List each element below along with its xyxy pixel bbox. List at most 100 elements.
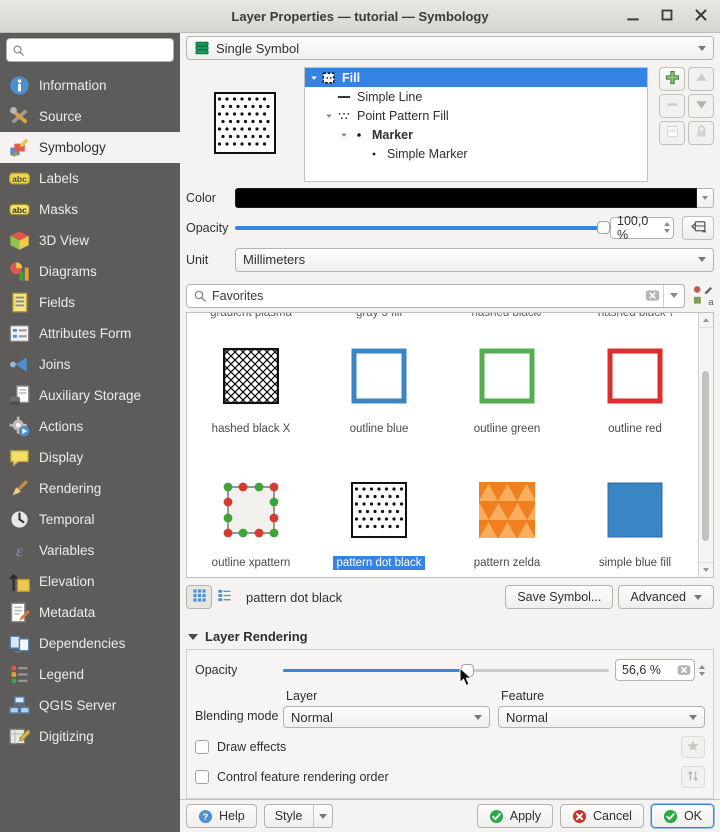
sidebar-item-metadata[interactable]: Metadata xyxy=(0,597,180,628)
style-symbol-outline-blue[interactable]: outline blue xyxy=(315,322,443,456)
sidebar-item-symbology[interactable]: Symbology xyxy=(0,132,180,163)
sidebar-item-fields[interactable]: Fields xyxy=(0,287,180,318)
close-button[interactable] xyxy=(692,7,710,25)
slider-handle[interactable] xyxy=(597,221,610,234)
clear-filter-button[interactable] xyxy=(641,288,663,303)
unit-select[interactable]: Millimeters xyxy=(235,248,714,272)
simple-marker-icon xyxy=(366,147,382,161)
style-symbol-outline-red[interactable]: outline red xyxy=(571,322,699,456)
feature-blend-value: Normal xyxy=(506,710,548,725)
help-button[interactable]: ?Help xyxy=(186,804,257,828)
scroll-up-button[interactable] xyxy=(699,313,713,328)
titlebar[interactable]: Layer Properties — tutorial — Symbology xyxy=(0,0,720,33)
style-symbol-hashed-black-x[interactable]: hashed black X xyxy=(187,322,315,456)
spinner-arrows[interactable] xyxy=(699,665,705,676)
style-manager-button[interactable]: a xyxy=(692,285,714,307)
grid-scrollbar[interactable] xyxy=(698,313,713,577)
symbol-layer-simple-marker[interactable]: Simple Marker xyxy=(305,144,647,163)
move-down-button[interactable] xyxy=(688,94,714,118)
source-icon xyxy=(9,106,30,127)
save-symbol-button[interactable]: Save Symbol... xyxy=(505,585,613,609)
sidebar-item-display[interactable]: Display xyxy=(0,442,180,473)
renderer-select[interactable]: Single Symbol xyxy=(186,36,714,60)
style-symbol-simple-blue-fill[interactable]: simple blue fill xyxy=(571,456,699,578)
advanced-button[interactable]: Advanced xyxy=(618,585,714,609)
add-symbol-layer-button[interactable] xyxy=(659,67,685,91)
sidebar-item-qgis-server[interactable]: QGIS Server xyxy=(0,690,180,721)
layer-rendering-header[interactable]: Layer Rendering xyxy=(188,629,712,644)
layer-opacity-slider[interactable] xyxy=(283,661,609,679)
sidebar-item-information[interactable]: Information xyxy=(0,70,180,101)
svg-text:?: ? xyxy=(203,811,209,821)
symbol-opacity-spinbox[interactable]: 100,0 % xyxy=(610,217,674,239)
sidebar-item-source[interactable]: Source xyxy=(0,101,180,132)
symbol-layer-point-pattern-fill[interactable]: Point Pattern Fill xyxy=(305,106,647,125)
filter-dropdown-button[interactable] xyxy=(663,285,684,307)
move-up-button[interactable] xyxy=(688,67,714,91)
sidebar-item-temporal[interactable]: Temporal xyxy=(0,504,180,535)
style-symbol-label: outline xpattern xyxy=(209,556,294,570)
sidebar-item-digitizing[interactable]: Digitizing xyxy=(0,721,180,752)
scroll-down-button[interactable] xyxy=(699,562,713,577)
sidebar-search-input[interactable] xyxy=(29,42,168,59)
expander-icon[interactable] xyxy=(322,111,336,121)
sidebar-item-variables[interactable]: εVariables xyxy=(0,535,180,566)
style-filter-field[interactable]: Favorites xyxy=(186,284,685,308)
effects-options-button[interactable] xyxy=(681,736,705,758)
color-dropdown-button[interactable] xyxy=(697,188,714,208)
reset-opacity-button[interactable] xyxy=(677,663,691,677)
style-dropdown-button[interactable] xyxy=(314,814,332,819)
apply-check-icon xyxy=(489,809,504,824)
spin-up-icon[interactable] xyxy=(664,222,670,226)
sidebar-item-joins[interactable]: Joins xyxy=(0,349,180,380)
duplicate-layer-button[interactable] xyxy=(659,121,685,145)
sidebar-search[interactable] xyxy=(6,38,174,62)
sidebar-item-elevation[interactable]: Elevation xyxy=(0,566,180,597)
slider-handle[interactable] xyxy=(461,664,474,677)
layer-opacity-spinbox[interactable]: 56,6 % xyxy=(615,659,695,681)
list-view-button[interactable] xyxy=(212,586,236,608)
sidebar-item-diagrams[interactable]: Diagrams xyxy=(0,256,180,287)
apply-button[interactable]: Apply xyxy=(477,804,553,828)
scrollbar-thumb[interactable] xyxy=(702,371,709,541)
feature-blend-select[interactable]: Normal xyxy=(498,706,705,728)
cancel-button[interactable]: Cancel xyxy=(560,804,644,828)
style-symbol-pattern-zelda[interactable]: pattern zelda xyxy=(443,456,571,578)
sidebar-item-rendering[interactable]: Rendering xyxy=(0,473,180,504)
dependencies-icon xyxy=(9,633,30,654)
color-swatch-button[interactable] xyxy=(235,188,697,208)
sidebar-item-masks[interactable]: abcMasks xyxy=(0,194,180,225)
spin-down-icon[interactable] xyxy=(664,229,670,233)
symbol-layer-fill[interactable]: Fill xyxy=(305,68,647,87)
rendering-order-button[interactable] xyxy=(681,766,705,788)
style-menu-button[interactable]: Style xyxy=(264,804,333,828)
spin-up-icon[interactable] xyxy=(699,665,705,669)
minimize-button[interactable] xyxy=(624,7,642,25)
expander-icon[interactable] xyxy=(307,73,321,83)
symbol-layer-marker[interactable]: Marker xyxy=(305,125,647,144)
symbol-opacity-slider[interactable] xyxy=(235,219,604,237)
sidebar-item-3d-view[interactable]: 3D View xyxy=(0,225,180,256)
spinner-arrows[interactable] xyxy=(661,222,670,233)
ok-button[interactable]: OK xyxy=(651,804,714,828)
style-symbol-outline-xpattern[interactable]: outline xpattern xyxy=(187,456,315,578)
draw-effects-checkbox[interactable] xyxy=(195,740,209,754)
expander-icon[interactable] xyxy=(337,130,351,140)
sidebar-item-auxiliary-storage[interactable]: Auxiliary Storage xyxy=(0,380,180,411)
icon-view-button[interactable] xyxy=(186,585,212,609)
spin-down-icon[interactable] xyxy=(699,672,705,676)
control-rendering-order-checkbox[interactable] xyxy=(195,770,209,784)
symbol-layer-simple-line[interactable]: Simple Line xyxy=(305,87,647,106)
sidebar-item-labels[interactable]: abcLabels xyxy=(0,163,180,194)
sidebar-item-actions[interactable]: Actions xyxy=(0,411,180,442)
remove-symbol-layer-button[interactable] xyxy=(659,94,685,118)
data-defined-override-button[interactable] xyxy=(682,216,714,240)
sidebar-item-legend[interactable]: Legend xyxy=(0,659,180,690)
sidebar-item-dependencies[interactable]: Dependencies xyxy=(0,628,180,659)
layer-blend-select[interactable]: Normal xyxy=(283,706,490,728)
style-symbol-outline-green[interactable]: outline green xyxy=(443,322,571,456)
lock-colors-button[interactable] xyxy=(688,121,714,145)
maximize-button[interactable] xyxy=(658,7,676,25)
style-symbol-pattern-dot-black[interactable]: pattern dot black xyxy=(315,456,443,578)
sidebar-item-attributes-form[interactable]: Attributes Form xyxy=(0,318,180,349)
